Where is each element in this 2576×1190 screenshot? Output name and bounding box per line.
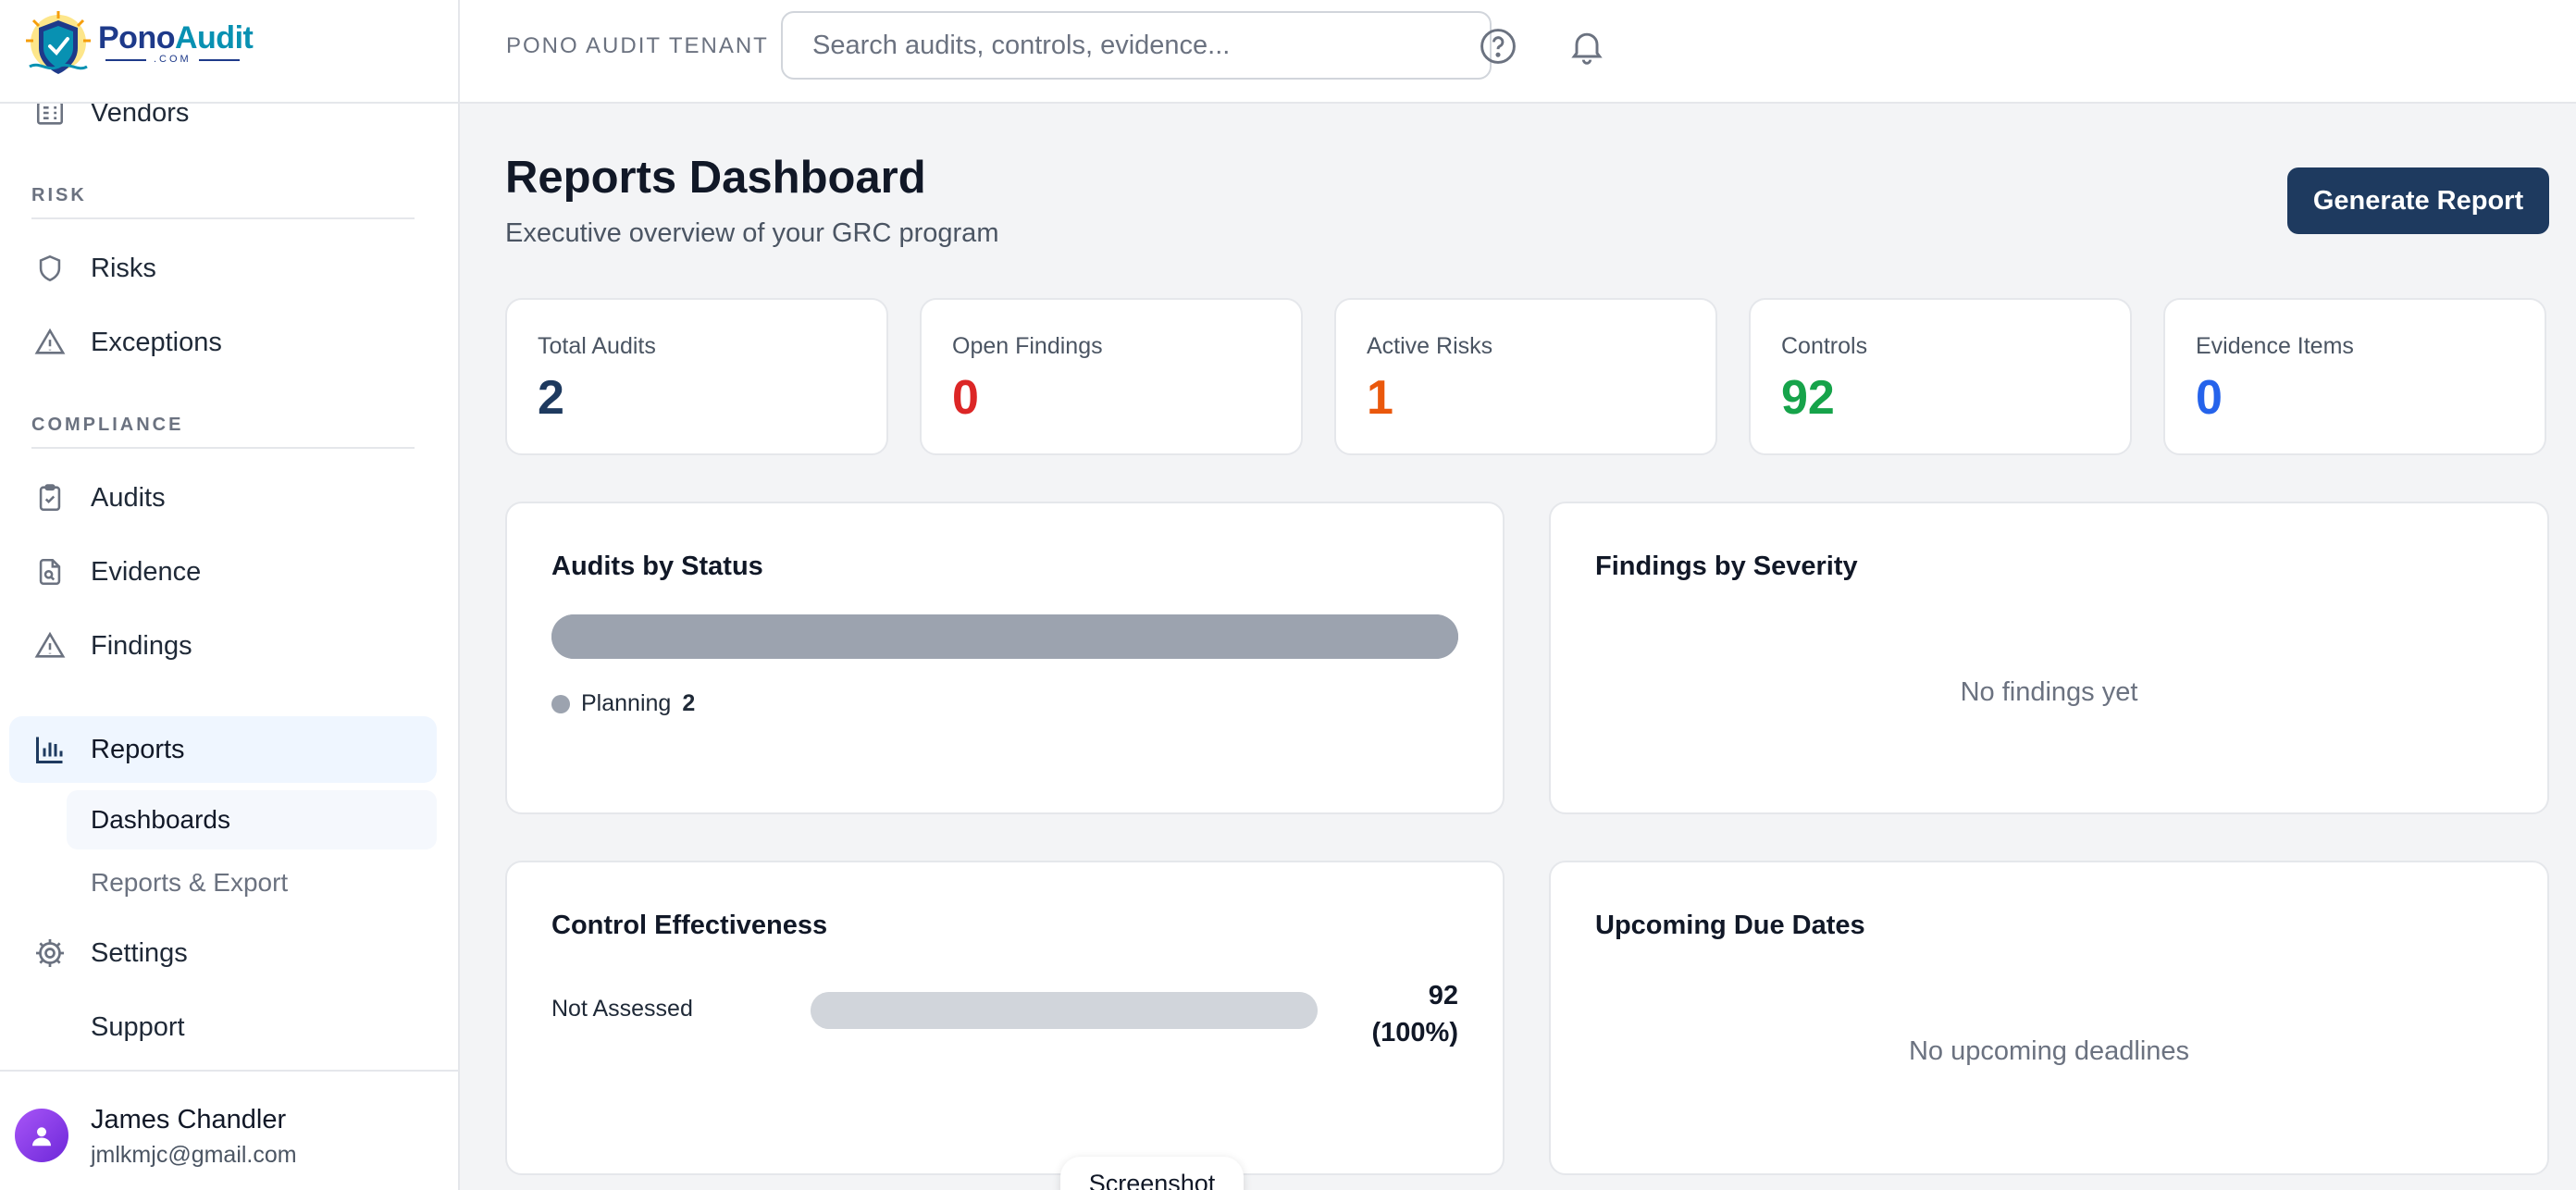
bar-chart-icon xyxy=(31,731,68,768)
audits-by-status-panel: Audits by Status Planning 2 xyxy=(505,502,1505,814)
tenant-name: PONO AUDIT TENANT xyxy=(506,33,769,58)
sidebar-item-evidence[interactable]: Evidence xyxy=(9,539,437,605)
divider xyxy=(31,447,415,449)
stat-label: Open Findings xyxy=(952,333,1103,359)
sidebar-subitem-label: Dashboards xyxy=(91,805,230,834)
brand-logo[interactable]: PonoAudit .COM xyxy=(0,0,458,104)
sidebar-item-label: Support xyxy=(91,1011,185,1042)
clipboard-check-icon xyxy=(31,479,68,516)
bell-icon[interactable] xyxy=(1567,26,1607,67)
warning-triangle-icon xyxy=(31,324,68,361)
legend-label: Planning xyxy=(581,690,672,716)
user-icon xyxy=(32,1127,51,1147)
file-search-icon xyxy=(31,553,68,590)
sidebar-item-risks[interactable]: Risks xyxy=(9,235,437,302)
brand-domain: .COM xyxy=(105,54,240,65)
brand-name: PonoAudit xyxy=(98,20,254,56)
stat-value: 2 xyxy=(538,371,564,425)
effectiveness-progress-fill xyxy=(811,992,1318,1029)
control-effectiveness-panel: Control Effectiveness Not Assessed 92 (1… xyxy=(505,861,1505,1175)
sidebar-item-settings[interactable]: Settings xyxy=(9,920,437,986)
stat-card-open-findings: Open Findings 0 xyxy=(920,298,1303,455)
stat-card-controls: Controls 92 xyxy=(1749,298,2132,455)
sidebar-item-label: Evidence xyxy=(91,556,202,587)
help-icon[interactable] xyxy=(1478,26,1518,67)
sidebar-item-label: Settings xyxy=(91,937,188,968)
page-title: Reports Dashboard xyxy=(505,153,926,203)
effectiveness-row-value: 92 (100%) xyxy=(1371,981,1459,1047)
stat-value: 0 xyxy=(952,371,979,425)
screenshot-button[interactable]: Screenshot xyxy=(1060,1157,1244,1190)
status-distribution-bar xyxy=(551,614,1458,659)
legend-dot xyxy=(551,694,570,713)
page-subtitle: Executive overview of your GRC program xyxy=(505,218,999,248)
stat-label: Evidence Items xyxy=(2196,333,2354,359)
panel-title: Audits by Status xyxy=(551,552,763,581)
findings-by-severity-panel: Findings by Severity No findings yet xyxy=(1549,502,2549,814)
sidebar-item-findings[interactable]: Findings xyxy=(9,613,437,679)
sidebar-item-label: Exceptions xyxy=(91,327,222,357)
panel-title: Control Effectiveness xyxy=(551,911,828,940)
gear-icon xyxy=(31,935,68,972)
section-label-compliance: COMPLIANCE xyxy=(31,415,184,435)
user-name: James Chandler xyxy=(91,1105,287,1134)
top-bar: PONO AUDIT TENANT xyxy=(460,0,2576,104)
stat-card-active-risks: Active Risks 1 xyxy=(1334,298,1717,455)
shield-logo-icon xyxy=(26,11,91,74)
search-input[interactable] xyxy=(781,11,1492,80)
stat-label: Controls xyxy=(1781,333,1868,359)
sidebar-item-reports[interactable]: Reports xyxy=(9,716,437,783)
generate-report-button[interactable]: Generate Report xyxy=(2287,167,2549,234)
sidebar-item-label: Risks xyxy=(91,253,156,283)
stat-value: 0 xyxy=(2196,371,2223,425)
effectiveness-progress-track xyxy=(811,992,1318,1029)
sidebar-item-audits[interactable]: Audits xyxy=(9,465,437,531)
shield-icon xyxy=(31,250,68,287)
panel-title: Findings by Severity xyxy=(1595,552,1858,581)
status-segment-planning xyxy=(551,614,1458,659)
sidebar-subitem-reports-export[interactable]: Reports & Export xyxy=(67,853,437,912)
legend-count: 2 xyxy=(682,690,696,716)
sidebar: PonoAudit .COM Vendors RISK Risks Except… xyxy=(0,0,460,1190)
divider xyxy=(31,217,415,219)
stat-value: 92 xyxy=(1781,371,1835,425)
empty-state-message: No findings yet xyxy=(1960,677,2138,707)
user-profile[interactable]: James Chandler jmlkmjc@gmail.com xyxy=(0,1070,458,1190)
panel-title: Upcoming Due Dates xyxy=(1595,911,1865,940)
sidebar-item-exceptions[interactable]: Exceptions xyxy=(9,309,437,376)
sidebar-item-label: Reports xyxy=(91,734,185,764)
sidebar-subitem-dashboards[interactable]: Dashboards xyxy=(67,790,437,849)
legend-item-planning: Planning 2 xyxy=(551,690,695,717)
sidebar-subitem-label: Reports & Export xyxy=(91,868,289,897)
sidebar-item-support[interactable]: Support xyxy=(9,994,437,1060)
stat-card-total-audits: Total Audits 2 xyxy=(505,298,888,455)
stat-label: Active Risks xyxy=(1367,333,1493,359)
warning-triangle-icon xyxy=(31,627,68,664)
user-email: jmlkmjc@gmail.com xyxy=(91,1142,297,1168)
empty-state-message: No upcoming deadlines xyxy=(1908,1036,2190,1066)
effectiveness-row-label: Not Assessed xyxy=(551,996,693,1022)
sidebar-item-label: Audits xyxy=(91,482,166,513)
stat-card-evidence-items: Evidence Items 0 xyxy=(2163,298,2546,455)
section-label-risk: RISK xyxy=(31,185,87,205)
stat-value: 1 xyxy=(1367,371,1393,425)
stat-label: Total Audits xyxy=(538,333,656,359)
avatar xyxy=(15,1109,68,1162)
sidebar-item-label: Findings xyxy=(91,630,192,661)
upcoming-due-dates-panel: Upcoming Due Dates No upcoming deadlines xyxy=(1549,861,2549,1175)
